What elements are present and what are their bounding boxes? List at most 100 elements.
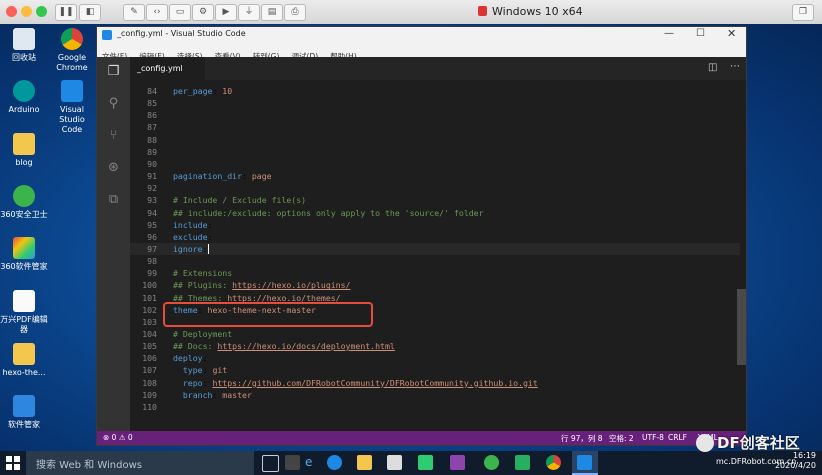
code-line: 96 exclude: bbox=[130, 231, 740, 243]
desktop-icon-label: Visual Studio Code bbox=[59, 105, 85, 134]
encoding[interactable]: UTF-8 bbox=[642, 433, 664, 442]
code-line: 93 # Include / Exclude file(s) bbox=[130, 194, 740, 206]
app-icon[interactable] bbox=[450, 455, 465, 470]
chrome-icon bbox=[61, 28, 83, 50]
line-number: 103 bbox=[142, 316, 157, 327]
desktop-icon-label: Google Chrome bbox=[56, 53, 88, 72]
360-browser-icon[interactable] bbox=[484, 455, 499, 470]
edge-icon[interactable]: e bbox=[305, 455, 320, 470]
line-number: 109 bbox=[142, 389, 157, 400]
usb-icon[interactable]: ⏚ bbox=[238, 4, 260, 21]
vm-logo-icon bbox=[478, 6, 487, 16]
desktop-icon-chrome[interactable]: Google Chrome bbox=[48, 28, 96, 73]
code-line: 100 ## Plugins: https://hexo.io/plugins/ bbox=[130, 279, 740, 291]
code-text: # Deployment bbox=[173, 329, 233, 339]
desktop-icon-hexo-theme[interactable]: hexo-the... bbox=[0, 343, 48, 378]
search-box[interactable]: 搜索 Web 和 Windows bbox=[26, 451, 254, 475]
restore-icon[interactable]: ❐ bbox=[792, 4, 814, 21]
vscode-window: _config.yml - Visual Studio Code — ☐ ✕ 文… bbox=[97, 27, 746, 445]
indentation[interactable]: 空格: 2 bbox=[609, 433, 634, 444]
wrench-icon[interactable]: ✎ bbox=[123, 4, 145, 21]
split-editor-icon[interactable]: ◫ bbox=[708, 62, 717, 73]
app-icon[interactable] bbox=[285, 455, 300, 470]
search-icon[interactable]: ⚲ bbox=[105, 95, 122, 112]
minimize-button[interactable]: — bbox=[664, 28, 674, 39]
line-number: 105 bbox=[142, 341, 157, 352]
code-text: deploy: bbox=[173, 353, 208, 364]
folder-icon bbox=[13, 133, 35, 155]
desktop-icon-label: 万兴PDF编辑器 bbox=[0, 315, 48, 334]
drive-icon[interactable]: ▭ bbox=[169, 4, 191, 21]
settings-icon[interactable]: ⚙ bbox=[192, 4, 214, 21]
line-number: 97 bbox=[147, 243, 157, 254]
editor-scrollbar-thumb[interactable] bbox=[737, 289, 746, 365]
desktop-icon-label: 回收站 bbox=[12, 53, 36, 62]
close-traffic-light[interactable] bbox=[6, 6, 17, 17]
desktop-icon-vscode[interactable]: Visual Studio Code bbox=[48, 80, 96, 135]
code-text: branch: master bbox=[173, 389, 252, 400]
chrome-icon[interactable] bbox=[546, 455, 561, 470]
app-icon[interactable] bbox=[515, 455, 530, 470]
desktop-icon-label: hexo-the... bbox=[2, 368, 46, 377]
code-editor[interactable]: 84 per_page: 10 85 86 87 88 89 90 91 pagination_d… bbox=[130, 80, 746, 431]
camera-icon[interactable]: ▶ bbox=[215, 4, 237, 21]
code-line: 85 bbox=[130, 97, 740, 109]
line-number: 98 bbox=[147, 256, 157, 267]
desktop-icon-360-software[interactable]: 360软件管家 bbox=[0, 237, 48, 272]
line-number: 87 bbox=[147, 122, 157, 133]
extensions-icon[interactable]: ⧉ bbox=[105, 191, 122, 208]
problems-count[interactable]: ⊗ 0 ⚠ 0 bbox=[103, 433, 133, 442]
pause-icon[interactable]: ❚❚ bbox=[55, 4, 77, 21]
zoom-traffic-light[interactable] bbox=[36, 6, 47, 17]
line-number: 89 bbox=[147, 146, 157, 157]
vscode-taskbar-button[interactable] bbox=[572, 451, 598, 475]
line-number: 95 bbox=[147, 219, 157, 230]
desktop-icon-360-security[interactable]: 360安全卫士 bbox=[0, 185, 48, 220]
desktop-icon-arduino[interactable]: Arduino bbox=[0, 80, 48, 115]
code-line: 97 ignore: bbox=[130, 242, 740, 255]
desktop-icon-software-manager[interactable]: 软件管家 bbox=[0, 395, 48, 430]
tab-config-yml[interactable]: _config.yml bbox=[130, 57, 205, 80]
360-software-icon bbox=[13, 237, 35, 259]
more-actions-icon[interactable]: ⋯ bbox=[730, 61, 740, 72]
desktop-icon-recycle-bin[interactable]: 回收站 bbox=[0, 28, 48, 63]
arduino-icon bbox=[13, 80, 35, 102]
ie-icon[interactable] bbox=[327, 455, 342, 470]
maximize-button[interactable]: ☐ bbox=[696, 28, 705, 39]
minimize-traffic-light[interactable] bbox=[21, 6, 32, 17]
code-line: 94 ## include:/exclude: options only appl… bbox=[130, 207, 740, 219]
vscode-icon bbox=[61, 80, 83, 102]
line-ending[interactable]: CRLF bbox=[668, 433, 687, 442]
printer-icon[interactable]: ⎙ bbox=[284, 4, 306, 21]
snapshot-icon[interactable]: ◧ bbox=[79, 4, 101, 21]
line-number: 88 bbox=[147, 134, 157, 145]
search-placeholder: 搜索 Web 和 Windows bbox=[36, 460, 142, 471]
code-line: 108 repo: https://github.com/DFRobotComm… bbox=[130, 377, 740, 389]
desktop-icon-blog[interactable]: blog bbox=[0, 133, 48, 168]
close-button[interactable]: ✕ bbox=[727, 27, 736, 40]
desktop-icon-pdf[interactable]: 万兴PDF编辑器 bbox=[0, 290, 48, 335]
store-icon[interactable] bbox=[387, 455, 402, 470]
folder-icon[interactable]: ▤ bbox=[261, 4, 283, 21]
start-button[interactable] bbox=[6, 456, 20, 470]
code-icon[interactable]: ‹› bbox=[146, 4, 168, 21]
code-line: 89 bbox=[130, 146, 740, 158]
app-icon[interactable] bbox=[418, 455, 433, 470]
file-explorer-icon[interactable] bbox=[357, 455, 372, 470]
line-number: 106 bbox=[142, 353, 157, 364]
code-line: 88 bbox=[130, 134, 740, 146]
vscode-icon bbox=[577, 455, 592, 470]
code-line: 87 bbox=[130, 121, 740, 133]
debug-icon[interactable]: ⊛ bbox=[105, 159, 122, 176]
task-view-icon[interactable] bbox=[262, 455, 279, 472]
cursor-position[interactable]: 行 97，列 8 bbox=[561, 433, 603, 444]
explorer-icon[interactable]: ❐ bbox=[105, 63, 122, 80]
line-number: 102 bbox=[142, 304, 157, 315]
source-control-icon[interactable]: ⑂ bbox=[105, 127, 122, 144]
desktop-icon-label: Arduino bbox=[8, 105, 40, 114]
text-cursor bbox=[207, 244, 209, 255]
code-line: 107 type: git bbox=[130, 364, 740, 376]
desktop-icon-label: 360软件管家 bbox=[0, 262, 48, 271]
line-number: 94 bbox=[147, 207, 157, 218]
code-text: type: git bbox=[173, 365, 228, 376]
